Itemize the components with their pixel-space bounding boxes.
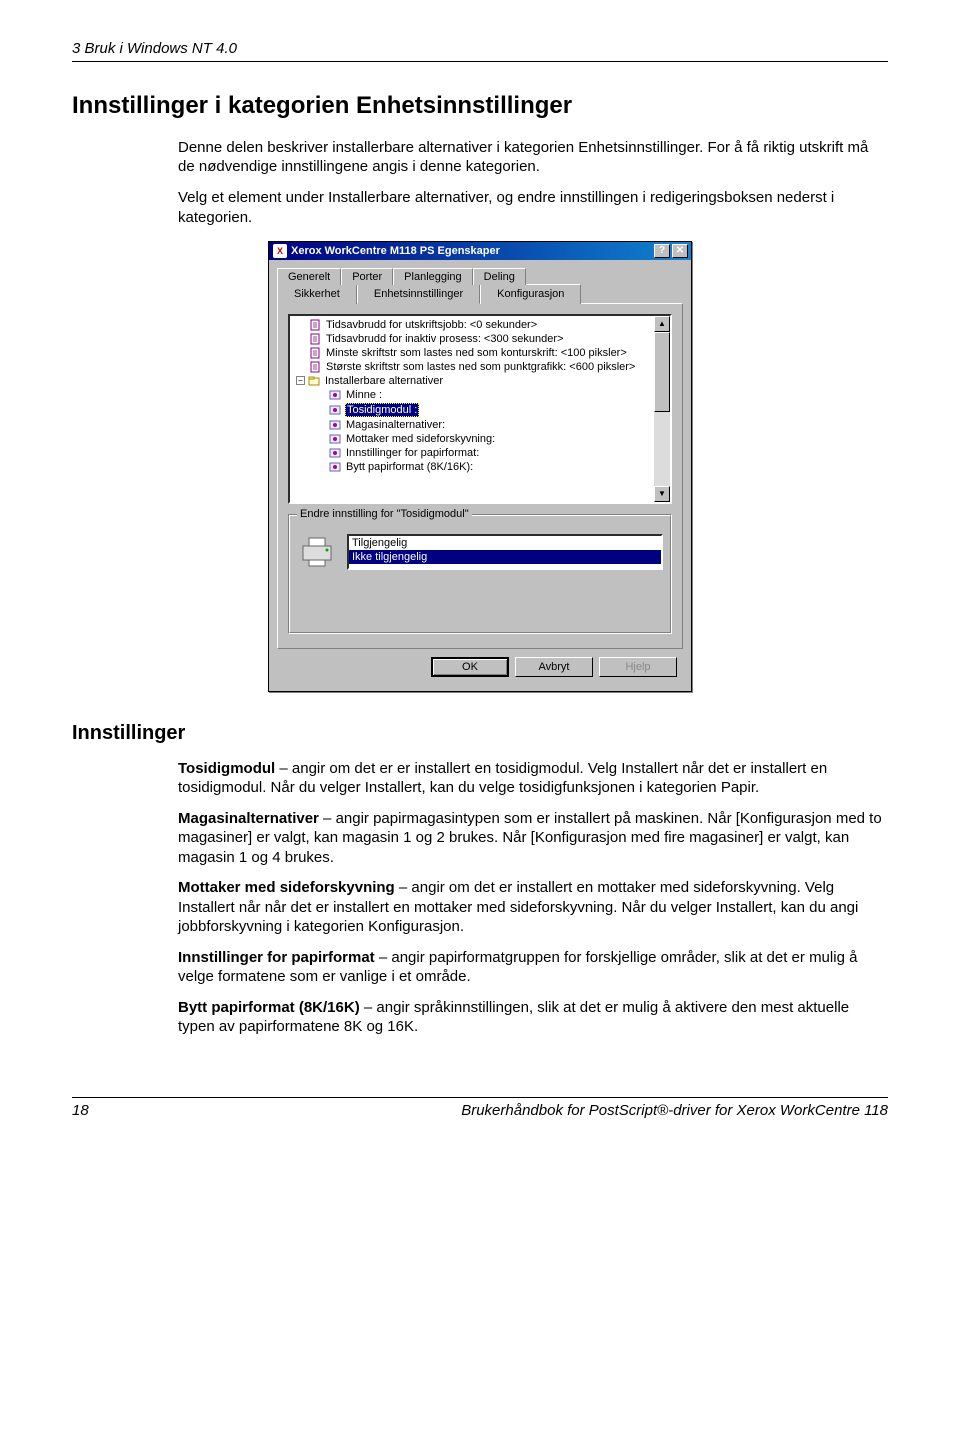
tree-item-label: Tidsavbrudd for utskriftsjobb: <0 sekund… — [325, 319, 538, 331]
list-item[interactable]: Tilgjengelig — [349, 536, 661, 550]
tree-item-label: Bytt papirformat (8K/16K): — [345, 461, 474, 473]
help-button[interactable]: ? — [654, 244, 670, 258]
value-listbox[interactable]: TilgjengeligIkke tilgjengelig — [347, 534, 663, 570]
tab-konfigurasjon[interactable]: Konfigurasjon — [480, 284, 581, 304]
scroll-thumb[interactable] — [654, 332, 670, 412]
tab-row-front: Sikkerhet Enhetsinnstillinger Konfiguras… — [277, 284, 683, 304]
opt-icon — [328, 419, 342, 431]
page-number: 18 — [72, 1102, 89, 1119]
tree-scrollbar[interactable]: ▲ ▼ — [654, 316, 670, 502]
subheading-innstillinger: Innstillinger — [72, 722, 888, 745]
doc-icon — [308, 361, 322, 373]
opt-icon — [328, 447, 342, 459]
tree-item[interactable]: Tidsavbrudd for utskriftsjobb: <0 sekund… — [294, 318, 668, 332]
tree-item-label: Tosidigmodul : — [345, 403, 419, 417]
cancel-button[interactable]: Avbryt — [515, 657, 593, 677]
opt-icon — [328, 389, 342, 401]
tree-item-label: Mottaker med sideforskyvning: — [345, 433, 496, 445]
tree-item-label: Magasinalternativer: — [345, 419, 446, 431]
tree-item[interactable]: Innstillinger for papirformat: — [294, 446, 668, 460]
doc-icon — [308, 347, 322, 359]
section-title: Innstillinger i kategorien Enhetsinnstil… — [72, 92, 888, 120]
tree-item[interactable]: Tidsavbrudd for inaktiv prosess: <300 se… — [294, 332, 668, 346]
doc-icon — [308, 319, 322, 331]
tab-panel: Tidsavbrudd for utskriftsjobb: <0 sekund… — [277, 303, 683, 649]
tree-item-label: Minne : — [345, 389, 383, 401]
tree-item-label: Minste skriftstr som lastes ned som kont… — [325, 347, 628, 359]
tree-item[interactable]: Mottaker med sideforskyvning: — [294, 432, 668, 446]
doc-icon — [308, 333, 322, 345]
page-header: 3 Bruk i Windows NT 4.0 — [72, 40, 888, 57]
scroll-up-button[interactable]: ▲ — [654, 316, 670, 332]
tree-item[interactable]: − Installerbare alternativer — [294, 374, 668, 388]
tree-item[interactable]: Minste skriftstr som lastes ned som kont… — [294, 346, 668, 360]
edit-setting-group: Endre innstilling for "Tosidigmodul" Til… — [288, 514, 672, 634]
dialog-title: Xerox WorkCentre M118 PS Egenskaper — [291, 245, 654, 257]
intro-p1: Denne delen beskriver installerbare alte… — [178, 138, 888, 176]
opt-icon — [328, 461, 342, 473]
close-button[interactable]: ✕ — [672, 244, 688, 258]
help-dialog-button[interactable]: Hjelp — [599, 657, 677, 677]
tree-item-label: Tidsavbrudd for inaktiv prosess: <300 se… — [325, 333, 564, 345]
opt-icon — [328, 433, 342, 445]
tab-row-back: Generelt Porter Planlegging Deling — [277, 268, 683, 285]
tree-item-label: Innstillinger for papirformat: — [345, 447, 480, 459]
folder-icon — [307, 375, 321, 387]
tab-planlegging[interactable]: Planlegging — [393, 268, 473, 285]
opt-icon — [328, 404, 342, 416]
para-mottaker: Mottaker med sideforskyvning – angir om … — [178, 878, 888, 937]
ok-button[interactable]: OK — [431, 657, 509, 677]
tab-sikkerhet[interactable]: Sikkerhet — [277, 284, 357, 304]
intro-p2: Velg et element under Installerbare alte… — [178, 188, 888, 226]
footer-doc-title: Brukerhåndbok for PostScript®-driver for… — [461, 1102, 888, 1119]
tree-item[interactable]: Bytt papirformat (8K/16K): — [294, 460, 668, 474]
tab-enhetsinnstillinger[interactable]: Enhetsinnstillinger — [357, 284, 480, 304]
settings-tree[interactable]: Tidsavbrudd for utskriftsjobb: <0 sekund… — [288, 314, 672, 504]
app-icon: X — [273, 244, 287, 258]
tree-item[interactable]: Tosidigmodul : — [294, 402, 668, 418]
tab-generelt[interactable]: Generelt — [277, 268, 341, 285]
para-tosidigmodul: Tosidigmodul – angir om det er er instal… — [178, 759, 888, 798]
para-bytt-papirformat: Bytt papirformat (8K/16K) – angir språki… — [178, 998, 888, 1037]
tree-item[interactable]: Magasinalternativer: — [294, 418, 668, 432]
scroll-down-button[interactable]: ▼ — [654, 486, 670, 502]
dialog-titlebar[interactable]: X Xerox WorkCentre M118 PS Egenskaper ? … — [269, 242, 691, 260]
group-label: Endre innstilling for "Tosidigmodul" — [297, 508, 472, 520]
tab-porter[interactable]: Porter — [341, 268, 393, 285]
tree-item-label: Installerbare alternativer — [324, 375, 444, 387]
list-item[interactable]: Ikke tilgjengelig — [349, 550, 661, 564]
tree-item[interactable]: Største skriftstr som lastes ned som pun… — [294, 360, 668, 374]
tree-item-label: Største skriftstr som lastes ned som pun… — [325, 361, 636, 373]
tree-item[interactable]: Minne : — [294, 388, 668, 402]
properties-dialog: X Xerox WorkCentre M118 PS Egenskaper ? … — [268, 241, 692, 692]
expand-icon[interactable]: − — [296, 376, 305, 385]
para-papirformat: Innstillinger for papirformat – angir pa… — [178, 948, 888, 987]
printer-icon — [297, 533, 337, 571]
header-rule — [72, 61, 888, 62]
para-magasinalternativer: Magasinalternativer – angir papirmagasin… — [178, 809, 888, 868]
tab-deling[interactable]: Deling — [473, 268, 526, 285]
